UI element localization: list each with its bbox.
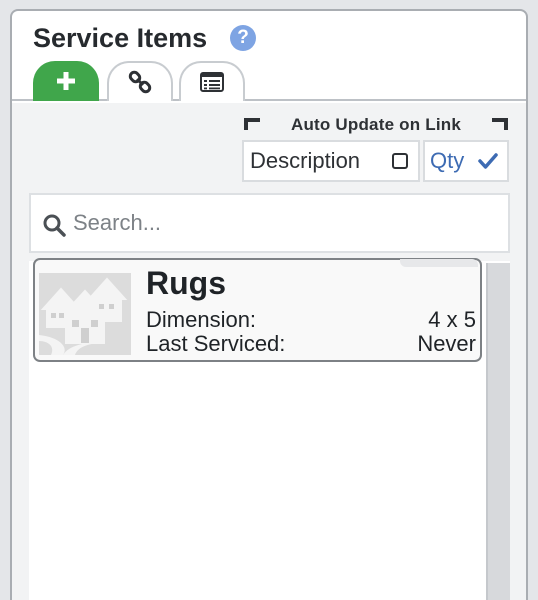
dimension-value: 4 x 5 — [428, 307, 476, 332]
list-scrollbar[interactable] — [486, 263, 510, 600]
tab-add[interactable] — [33, 61, 99, 101]
service-item-card[interactable]: Rugs Dimension: 4 x 5 Last Serviced: Nev… — [33, 258, 482, 362]
house-icon — [39, 273, 131, 355]
tab-list[interactable] — [179, 61, 245, 101]
description-option-label: Description — [250, 148, 361, 173]
page-title: Service Items — [33, 23, 208, 53]
item-field-row: Dimension: 4 x 5 — [146, 307, 476, 333]
bracket-left-decoration — [244, 118, 260, 130]
qty-option-label: Qty — [430, 148, 465, 173]
description-option[interactable]: Description — [242, 140, 420, 182]
item-field-row: Last Serviced: Never — [146, 331, 476, 357]
checkmark-icon[interactable] — [478, 152, 498, 170]
auto-update-text: Auto Update on Link — [290, 115, 461, 134]
search-icon — [43, 214, 66, 237]
search-box — [29, 193, 510, 253]
bracket-right-decoration — [492, 118, 508, 130]
search-input[interactable] — [73, 207, 493, 239]
card-corner-tab — [400, 259, 478, 267]
last-serviced-label: Last Serviced: — [146, 331, 286, 356]
qty-option[interactable]: Qty — [423, 140, 509, 182]
panel-header: Service Items ? — [12, 11, 526, 101]
panel-body: Auto Update on Link Description Qty Sear… — [12, 103, 526, 600]
plus-icon — [57, 72, 75, 90]
auto-update-heading: Auto Update on Link — [244, 114, 508, 136]
tab-link[interactable] — [107, 61, 173, 101]
link-icon — [128, 70, 152, 94]
help-icon[interactable]: ? — [230, 25, 256, 51]
service-items-panel: Service Items ? Auto Update on Link Desc… — [10, 9, 528, 600]
dimension-label: Dimension: — [146, 307, 257, 332]
list-icon — [200, 72, 224, 92]
last-serviced-value: Never — [417, 331, 476, 356]
description-checkbox[interactable] — [392, 153, 408, 169]
item-name: Rugs — [146, 265, 226, 301]
